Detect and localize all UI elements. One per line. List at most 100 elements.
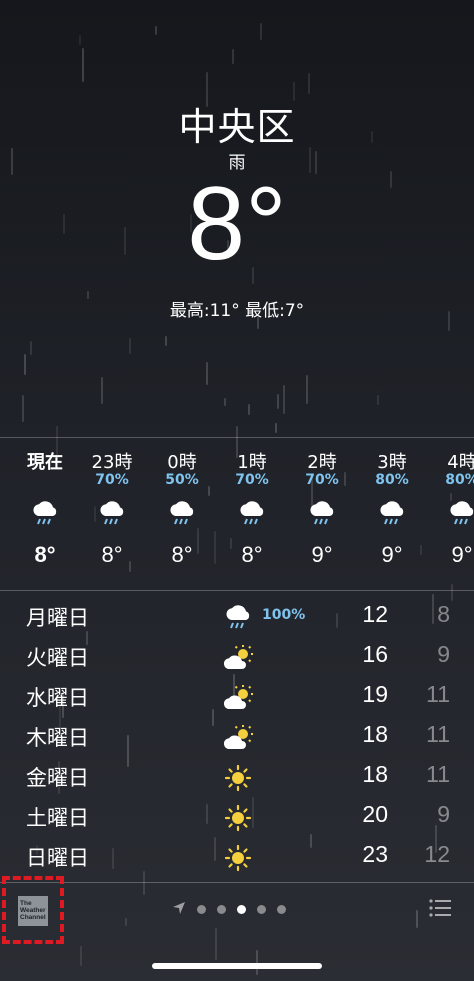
day-name: 火曜日 [26, 646, 89, 670]
rain-streak [125, 918, 127, 926]
hour-temp: 9° [381, 542, 403, 567]
rain-streak [82, 48, 84, 82]
partly-cloudy-icon [220, 722, 256, 754]
list-icon[interactable] [428, 898, 452, 922]
rain-icon [357, 494, 427, 534]
daily-row: 木曜日 18 11 [0, 718, 474, 758]
hour-precip: 80% [445, 472, 474, 488]
rain-streak [80, 946, 82, 966]
rain-streak [79, 35, 81, 45]
rain-icon [287, 494, 357, 534]
rain-icon [217, 494, 287, 534]
page-dot[interactable] [197, 905, 206, 914]
rain-streak [24, 354, 26, 375]
sun-icon [220, 842, 256, 874]
weather-channel-logo[interactable]: The Weather Channel [18, 896, 48, 926]
hour-precip: 70% [235, 472, 269, 488]
hour-time: 4時 [447, 452, 474, 473]
high-low-temperature: 最高:11° 最低:7° [169, 301, 305, 321]
hourly-item: 現在 8° [10, 448, 80, 568]
day-low: 11 [426, 681, 450, 707]
daily-row: 水曜日 19 11 [0, 678, 474, 718]
hourly-item: 4時 80% 9° [427, 448, 474, 568]
hour-precip: 80% [375, 472, 409, 488]
day-name: 水曜日 [26, 686, 89, 710]
sun-icon [220, 802, 256, 834]
daily-row: 金曜日 18 11 [0, 758, 474, 798]
day-low: 11 [426, 761, 450, 787]
day-name: 木曜日 [26, 726, 89, 750]
rain-streak [155, 26, 157, 35]
day-low: 9 [437, 801, 450, 827]
rain-streak [232, 49, 234, 64]
current-temperature: 8° [187, 166, 287, 282]
rain-streak [206, 362, 208, 385]
day-high: 20 [362, 801, 388, 827]
hour-time: 現在 [27, 452, 63, 473]
page-indicator[interactable] [172, 900, 286, 919]
day-low: 8 [437, 601, 450, 627]
day-name: 土曜日 [26, 806, 89, 830]
rain-streak [165, 336, 167, 346]
day-low: 11 [426, 721, 450, 747]
rain-streak [22, 395, 24, 422]
hourly-forecast[interactable]: 現在 8° 23時 70% 8° 0時 50% 8° 1時 70% 8° 2時 … [0, 448, 474, 588]
hourly-item: 0時 50% 8° [147, 448, 217, 568]
rain-icon [220, 602, 256, 634]
page-dot[interactable] [277, 905, 286, 914]
day-high: 16 [362, 641, 388, 667]
day-name: 日曜日 [26, 846, 89, 870]
daily-row: 土曜日 20 9 [0, 798, 474, 838]
day-high: 18 [362, 761, 388, 787]
rain-streak [30, 341, 32, 355]
divider [0, 437, 474, 438]
partly-cloudy-icon [220, 642, 256, 674]
rain-streak [277, 394, 279, 409]
rain-icon [427, 494, 474, 534]
sun-icon [220, 762, 256, 794]
rain-streak [377, 395, 379, 405]
day-high: 18 [362, 721, 388, 747]
hour-temp: 9° [311, 542, 333, 567]
day-high: 19 [362, 681, 388, 707]
daily-row: 火曜日 16 9 [0, 638, 474, 678]
rain-icon [10, 494, 80, 534]
rain-icon [77, 494, 147, 534]
city-name: 中央区 [178, 105, 296, 149]
hour-temp: 8° [101, 542, 123, 567]
hour-precip: 70% [95, 472, 129, 488]
day-name: 月曜日 [26, 606, 89, 630]
hour-time: 2時 [307, 452, 337, 473]
home-indicator[interactable] [152, 963, 322, 969]
hour-temp: 8° [241, 542, 263, 567]
hour-time: 23時 [91, 452, 133, 473]
hourly-item: 2時 70% 9° [287, 448, 357, 568]
hour-time: 1時 [237, 452, 267, 473]
hour-time: 0時 [167, 452, 197, 473]
hourly-item: 23時 70% 8° [77, 448, 147, 568]
day-high: 12 [362, 601, 388, 627]
hour-temp: 8° [34, 542, 56, 567]
rain-streak [416, 910, 418, 928]
page-dot[interactable] [257, 905, 266, 914]
day-name: 金曜日 [26, 766, 89, 790]
daily-row: 月曜日 100% 12 8 [0, 598, 474, 638]
rain-streak [101, 377, 103, 404]
page-dot[interactable] [217, 905, 226, 914]
day-low: 12 [424, 841, 450, 867]
hour-precip: 70% [305, 472, 339, 488]
rain-streak [248, 404, 250, 415]
hour-temp: 9° [451, 542, 473, 567]
rain-streak [260, 23, 262, 40]
hour-time: 3時 [377, 452, 407, 473]
rain-icon [147, 494, 217, 534]
hour-precip [10, 472, 80, 494]
hourly-item: 3時 80% 9° [357, 448, 427, 568]
location-arrow-icon [172, 900, 186, 919]
rain-streak [224, 398, 226, 406]
rain-streak [215, 928, 217, 960]
rain-streak [275, 423, 277, 433]
daily-row: 日曜日 23 12 [0, 838, 474, 878]
logo-text: The Weather Channel [20, 900, 46, 921]
page-dot-active[interactable] [237, 905, 246, 914]
